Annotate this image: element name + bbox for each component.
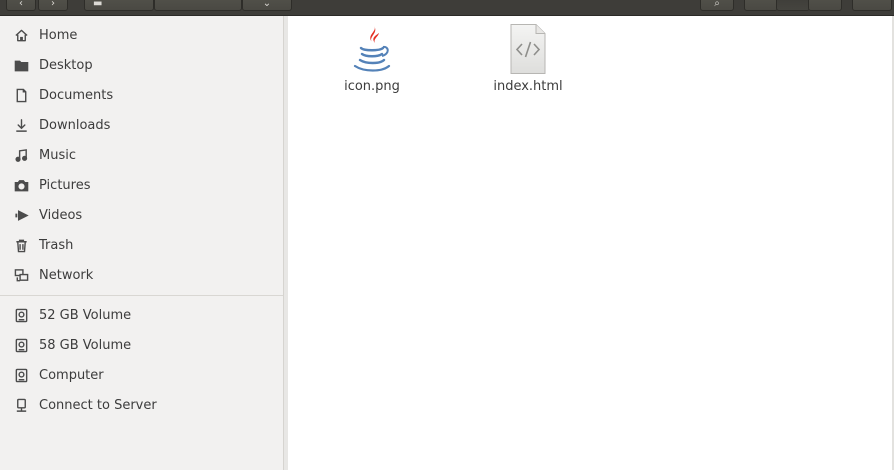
file-item-icon-png[interactable]: icon.png bbox=[317, 23, 427, 103]
forward-arrow-icon: › bbox=[51, 0, 55, 9]
sidebar-item-label: Desktop bbox=[39, 57, 93, 73]
sidebar-item-label: Music bbox=[39, 147, 76, 163]
videos-icon bbox=[13, 207, 30, 224]
sidebar-item-music[interactable]: Music bbox=[0, 140, 283, 170]
back-arrow-icon: ‹ bbox=[19, 0, 23, 9]
sidebar-item-home[interactable]: Home bbox=[0, 20, 283, 50]
sidebar-item-label: Pictures bbox=[39, 177, 91, 193]
desktop-icon bbox=[13, 57, 30, 74]
sidebar-item-label: Computer bbox=[39, 367, 104, 383]
sidebar-item-desktop[interactable]: Desktop bbox=[0, 50, 283, 80]
sidebar-item-videos[interactable]: Videos bbox=[0, 200, 283, 230]
path-chevron-icon: ⌄ bbox=[262, 0, 272, 9]
file-manager-window: ‹ › ▬ ⌄ ⌕ Home Desktop Documents Downloa… bbox=[0, 0, 894, 470]
sidebar-item-label: Home bbox=[39, 27, 78, 43]
sidebar-item-52gb-volume[interactable]: 52 GB Volume bbox=[0, 300, 283, 330]
menu-button[interactable] bbox=[852, 0, 892, 11]
music-icon bbox=[13, 147, 30, 164]
sidebar-item-label: 52 GB Volume bbox=[39, 307, 132, 323]
file-item-index-html[interactable]: index.html bbox=[473, 23, 583, 103]
downloads-icon bbox=[13, 117, 30, 134]
header-toolbar: ‹ › ▬ ⌄ ⌕ bbox=[0, 0, 894, 16]
sidebar-item-documents[interactable]: Documents bbox=[0, 80, 283, 110]
trash-icon bbox=[13, 237, 30, 254]
view-options-button[interactable] bbox=[808, 0, 842, 11]
sidebar-item-label: Videos bbox=[39, 207, 83, 223]
sidebar-item-label: Trash bbox=[39, 237, 74, 253]
drive-icon bbox=[13, 307, 30, 324]
sidebar-item-label: Documents bbox=[39, 87, 114, 103]
java-icon bbox=[353, 26, 391, 72]
sidebar-item-pictures[interactable]: Pictures bbox=[0, 170, 283, 200]
html-file-icon bbox=[510, 24, 546, 74]
sidebar-item-network[interactable]: Network bbox=[0, 260, 283, 290]
forward-button[interactable]: › bbox=[38, 0, 68, 11]
path-button-current[interactable]: ⌄ bbox=[242, 0, 292, 11]
file-view[interactable]: icon.png index.html bbox=[288, 16, 894, 470]
sidebar-item-downloads[interactable]: Downloads bbox=[0, 110, 283, 140]
sidebar-item-label: 58 GB Volume bbox=[39, 337, 132, 353]
documents-icon bbox=[13, 87, 30, 104]
sidebar-item-58gb-volume[interactable]: 58 GB Volume bbox=[0, 330, 283, 360]
grid-view-button[interactable] bbox=[776, 0, 810, 11]
sidebar-item-connect-to-server[interactable]: Connect to Server bbox=[0, 390, 283, 420]
server-icon bbox=[13, 397, 30, 414]
list-view-button[interactable] bbox=[744, 0, 778, 11]
sidebar-item-label: Connect to Server bbox=[39, 397, 157, 413]
path-button-home[interactable]: ▬ bbox=[84, 0, 154, 11]
pictures-icon bbox=[13, 177, 30, 194]
home-path-icon: ▬ bbox=[93, 0, 103, 9]
sidebar-item-computer[interactable]: Computer bbox=[0, 360, 283, 390]
search-icon: ⌕ bbox=[714, 0, 720, 9]
sidebar-item-trash[interactable]: Trash bbox=[0, 230, 283, 260]
search-button[interactable]: ⌕ bbox=[700, 0, 734, 11]
drive-icon bbox=[13, 367, 30, 384]
file-name: icon.png bbox=[344, 79, 400, 94]
sidebar-item-label: Network bbox=[39, 267, 94, 283]
sidebar: Home Desktop Documents Downloads Music P… bbox=[0, 16, 284, 470]
drive-icon bbox=[13, 337, 30, 354]
file-name: index.html bbox=[493, 79, 563, 94]
back-button[interactable]: ‹ bbox=[6, 0, 36, 11]
sidebar-separator bbox=[0, 295, 283, 296]
sidebar-item-label: Downloads bbox=[39, 117, 111, 133]
network-icon bbox=[13, 267, 30, 284]
home-icon bbox=[13, 27, 30, 44]
path-button-middle[interactable] bbox=[154, 0, 242, 11]
